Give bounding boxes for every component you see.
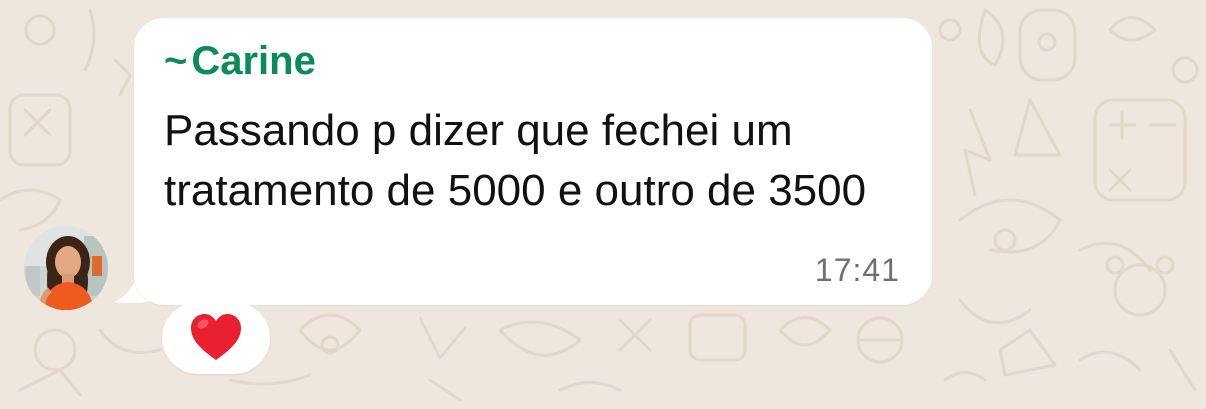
message-text: Passando p dizer que fechei um tratament…: [164, 106, 867, 215]
sender-name[interactable]: ~ Carine: [164, 38, 316, 84]
contact-avatar[interactable]: [24, 226, 108, 310]
message-bubble[interactable]: ~ Carine Passando p dizer que fechei um t…: [134, 18, 932, 305]
red-heart-emoji-icon: [191, 314, 241, 360]
message-timestamp: 17:41: [814, 252, 900, 288]
contact-photo-avatar-icon: [24, 226, 108, 310]
sender-name-label: Carine: [191, 39, 316, 83]
sender-prefix: ~: [164, 39, 188, 83]
reaction-badge[interactable]: [162, 302, 270, 374]
